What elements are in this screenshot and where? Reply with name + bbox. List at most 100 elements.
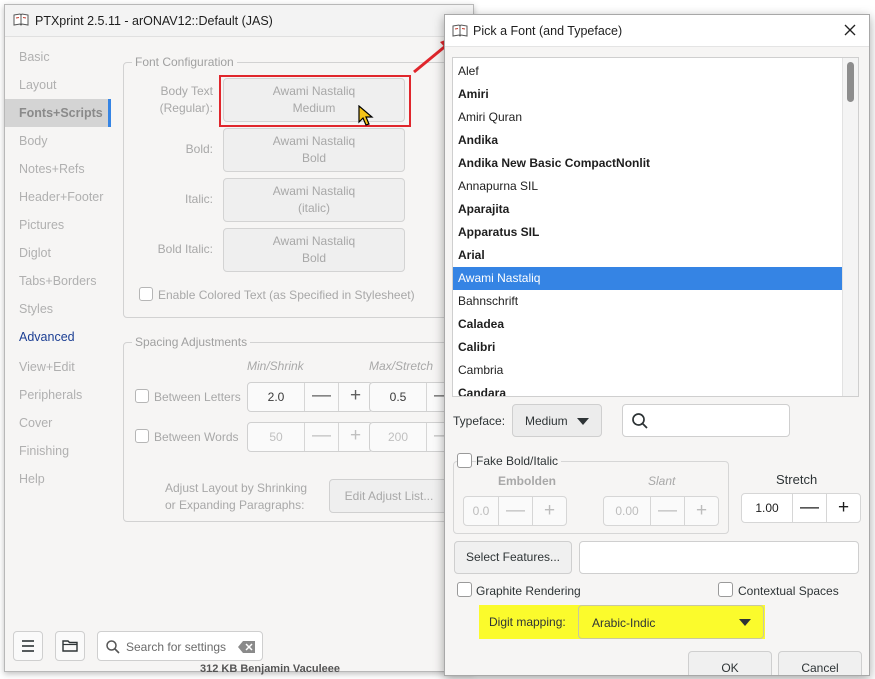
embolden-label: Embolden (498, 474, 557, 488)
fake-bold-italic-checkbox[interactable] (457, 453, 472, 468)
ok-button[interactable]: OK (688, 651, 772, 675)
sidebar-item-fonts-scripts[interactable]: Fonts+Scripts (5, 99, 111, 127)
stretch-value[interactable]: 1.00 (742, 494, 792, 522)
sidebar-item-advanced[interactable]: Advanced (5, 323, 111, 351)
typeface-dropdown[interactable]: Medium (512, 404, 602, 437)
italic-font-button[interactable]: Awami Nastaliq (italic) (223, 178, 405, 222)
letters-min-increment[interactable]: + (338, 383, 372, 411)
digit-mapping-value: Arabic-Indic (592, 616, 656, 630)
between-words-checkbox[interactable] (135, 429, 149, 443)
bold-italic-font-button[interactable]: Awami Nastaliq Bold (223, 228, 405, 272)
menu-button[interactable] (13, 631, 43, 661)
font-list-item[interactable]: Annapurna SIL (453, 175, 844, 198)
sidebar-item-layout[interactable]: Layout (5, 71, 111, 99)
sidebar-item-finishing[interactable]: Finishing (5, 437, 111, 465)
main-title-bar: PTXprint 2.5.11 - arONAV12::Default (JAS… (5, 5, 473, 37)
font-list-item[interactable]: Apparatus SIL (453, 221, 844, 244)
between-words-label: Between Words (154, 430, 239, 444)
sidebar-item-view-edit[interactable]: View+Edit (5, 353, 111, 381)
scrollbar-thumb[interactable] (847, 62, 854, 102)
cancel-button[interactable]: Cancel (778, 651, 862, 675)
font-list-item[interactable]: Bahnschrift (453, 290, 844, 313)
fake-bold-italic-label: Fake Bold/Italic (476, 454, 562, 468)
words-min-increment: + (338, 423, 372, 451)
graphite-rendering-label: Graphite Rendering (476, 584, 581, 598)
words-max-value: 200 (387, 430, 409, 444)
sidebar-item-help[interactable]: Help (5, 465, 111, 493)
sidebar-item-diglot[interactable]: Diglot (5, 239, 111, 267)
dropdown-arrow-icon (577, 418, 589, 425)
clear-search-icon[interactable] (238, 641, 256, 653)
bold-font-button[interactable]: Awami Nastaliq Bold (223, 128, 405, 172)
between-letters-checkbox[interactable] (135, 389, 149, 403)
bold-label: Bold: (185, 142, 213, 156)
dropdown-arrow-icon (739, 619, 751, 626)
sidebar-item-peripherals[interactable]: Peripherals (5, 381, 111, 409)
stretch-increment[interactable]: + (826, 494, 860, 522)
stretch-decrement[interactable]: — (792, 494, 826, 522)
embolden-value: 0.0 (472, 504, 490, 518)
sidebar-item-pictures[interactable]: Pictures (5, 211, 111, 239)
words-min-spinner: 50 — + (247, 422, 373, 452)
font-list-item[interactable]: Amiri (453, 83, 844, 106)
font-list-item[interactable]: Caladea (453, 313, 844, 336)
slant-decrement: — (650, 497, 684, 525)
sidebar-item-styles[interactable]: Styles (5, 295, 111, 323)
features-field[interactable] (579, 541, 859, 574)
graphite-rendering-checkbox[interactable] (457, 582, 472, 597)
font-list-item[interactable]: Candara (453, 382, 844, 396)
search-settings-field[interactable]: Search for settings (97, 631, 263, 661)
close-icon[interactable] (841, 21, 859, 39)
bold-italic-label: Bold Italic: (157, 242, 213, 256)
font-list-item[interactable]: Andika (453, 129, 844, 152)
contextual-spaces-checkbox[interactable] (718, 582, 733, 597)
font-list-item[interactable]: Arial (453, 244, 844, 267)
letters-min-decrement[interactable]: — (304, 383, 338, 411)
stretch-label: Stretch (776, 472, 818, 487)
colored-text-checkbox[interactable] (139, 287, 153, 301)
font-list[interactable]: Candara Cambria Calibri Caladea Bahnschrift A… (452, 57, 859, 397)
font-list-item[interactable]: Andika New Basic CompactNonlit (453, 152, 844, 175)
italic-label: Italic: (184, 192, 213, 206)
font-picker-dialog: Pick a Font (and Typeface) Candara Cambri… (444, 14, 870, 676)
dialog-title: Pick a Font (and Typeface) (473, 24, 623, 38)
letters-min-value[interactable]: 2.0 (248, 383, 304, 411)
font-list-item[interactable]: Aparajita (453, 198, 844, 221)
between-letters-label: Between Letters (154, 390, 241, 404)
slant-increment: + (684, 497, 718, 525)
font-list-item[interactable]: Awami Nastaliq (453, 267, 844, 290)
search-icon (632, 413, 648, 429)
dialog-title-bar: Pick a Font (and Typeface) (445, 15, 869, 47)
digit-mapping-dropdown[interactable]: Arabic-Indic (578, 605, 764, 639)
book-icon (452, 24, 468, 37)
embolden-spinner: 0.0 — + (463, 496, 567, 526)
sidebar-item-body[interactable]: Body (5, 127, 111, 155)
stretch-spinner[interactable]: 1.00 — + (741, 493, 861, 523)
edit-adjust-list-button[interactable]: Edit Adjust List... (329, 479, 449, 513)
open-folder-button[interactable] (55, 631, 85, 661)
sidebar-item-basic[interactable]: Basic (5, 43, 111, 71)
sidebar-item-header-footer[interactable]: Header+Footer (5, 183, 111, 211)
cut-off-background-text: 312 KB Benjamin Vaculeee (200, 663, 341, 675)
font-list-item[interactable]: Alef (453, 60, 844, 83)
typeface-label: Typeface: (453, 414, 506, 428)
words-min-decrement: — (304, 423, 338, 451)
letters-max-value[interactable]: 0.5 (370, 383, 426, 411)
font-search-field[interactable] (622, 404, 790, 437)
hamburger-icon (22, 640, 34, 652)
sidebar: Basic Layout Fonts+Scripts Body Notes+Refs He… (5, 43, 111, 633)
select-features-button[interactable]: Select Features... (454, 541, 572, 574)
letters-min-spinner[interactable]: 2.0 — + (247, 382, 373, 412)
font-list-item[interactable]: Calibri (453, 336, 844, 359)
main-window: PTXprint 2.5.11 - arONAV12::Default (JAS… (4, 4, 474, 672)
font-list-item[interactable]: Cambria (453, 359, 844, 382)
embolden-decrement: — (498, 497, 532, 525)
sidebar-item-tabs-borders[interactable]: Tabs+Borders (5, 267, 111, 295)
mouse-cursor-icon (358, 105, 374, 126)
slant-value: 0.00 (615, 504, 639, 518)
font-list-scrollbar[interactable] (842, 58, 858, 396)
sidebar-item-cover[interactable]: Cover (5, 409, 111, 437)
annotation-highlight-box (219, 75, 411, 127)
font-list-item[interactable]: Amiri Quran (453, 106, 844, 129)
sidebar-item-notes-refs[interactable]: Notes+Refs (5, 155, 111, 183)
